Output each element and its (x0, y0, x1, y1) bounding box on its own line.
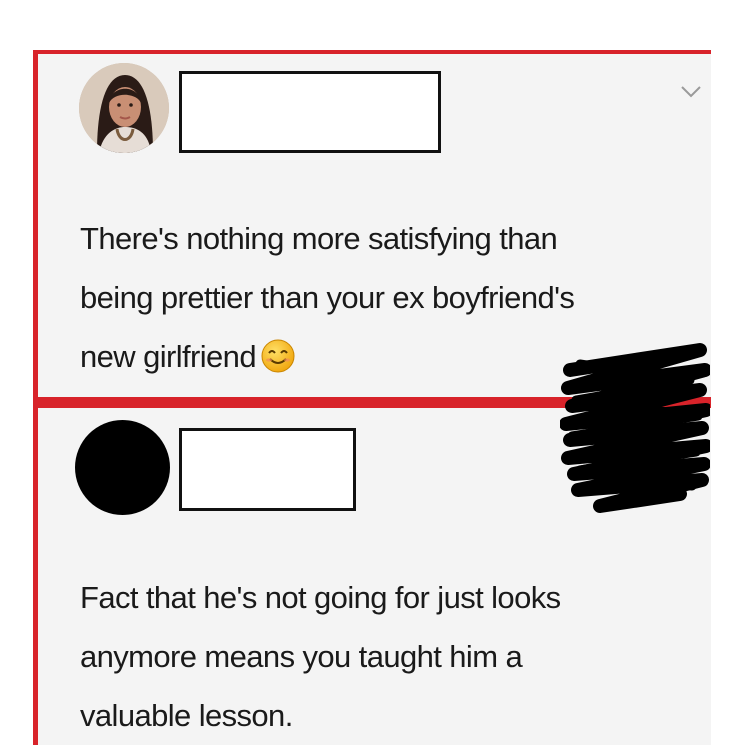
scribble-redaction (560, 343, 710, 513)
username-redaction-box (179, 428, 356, 511)
post-text-line: valuable lesson. (80, 698, 293, 733)
chevron-down-icon[interactable] (678, 82, 704, 102)
post-text-line: anymore means you taught him a (80, 639, 523, 674)
user-photo-avatar[interactable] (79, 63, 169, 153)
post-text-line: new girlfriend (80, 339, 257, 374)
redacted-avatar[interactable] (75, 420, 170, 515)
post-text-line: There's nothing more satisfying than (80, 221, 558, 256)
username-redaction-box (179, 71, 441, 153)
post-text: Fact that he's not going for just looks … (80, 568, 700, 745)
post-text-line: being prettier than your ex boyfriend's (80, 280, 575, 315)
smiling-face-emoji-icon (261, 339, 295, 373)
post-text-line: Fact that he's not going for just looks (80, 580, 561, 615)
